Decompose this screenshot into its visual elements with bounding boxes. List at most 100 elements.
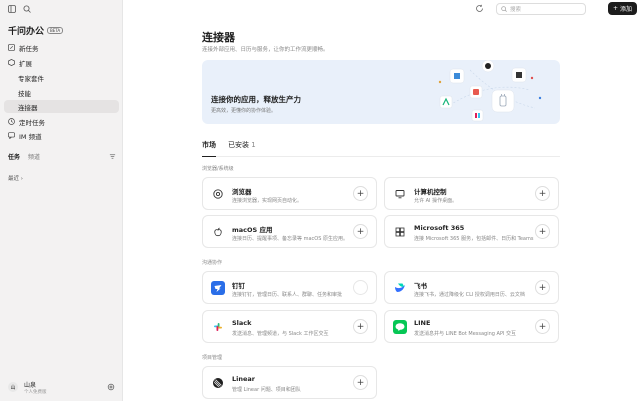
connector-description: 连接浏览器，实现网页自动化。: [232, 198, 303, 204]
user-profile[interactable]: 山 山泉 个人免费版: [0, 373, 123, 401]
sidebar-item-scheduled-tasks[interactable]: 定时任务: [4, 115, 119, 128]
connector-card[interactable]: 浏览器 连接浏览器，实现网页自动化。 +: [202, 177, 377, 210]
add-connector-button[interactable]: +: [535, 280, 550, 295]
gear-icon[interactable]: [107, 383, 115, 391]
sidebar-item-im-channel[interactable]: IM 频道: [4, 129, 119, 142]
add-connector-button[interactable]: +: [535, 186, 550, 201]
connector-description: 连接飞书，通过降级化 CLI 授权调用日历、云文档: [414, 292, 525, 298]
page-subtitle: 连接外部应用、日历与服务，让你的工作流更顺畅。: [202, 47, 329, 53]
chrome-icon: [211, 187, 225, 201]
connector-card[interactable]: 飞书 连接飞书，通过降级化 CLI 授权调用日历、云文档 +: [384, 271, 559, 304]
add-connector-button[interactable]: +: [353, 375, 368, 390]
user-plan: 个人免费版: [24, 389, 47, 395]
recent-label: 最近: [8, 176, 20, 182]
app-brand: 千问办公 BETA: [8, 24, 64, 37]
add-connector-button[interactable]: +: [353, 319, 368, 334]
search-icon: [501, 6, 507, 12]
connector-description: 连接钉钉，管理日历、联系人、群聊、任务和审批: [232, 292, 343, 298]
linear-icon: [211, 376, 225, 390]
add-button-label: 添加: [620, 6, 633, 13]
line-icon: [393, 320, 407, 334]
connector-card[interactable]: Microsoft 365 连接 Microsoft 365 服务，包括邮件、日…: [384, 215, 559, 248]
connector-description: 允许 AI 操作桌面。: [414, 198, 458, 204]
sidebar-item-label: 专家套件: [18, 74, 44, 83]
clock-icon: [8, 118, 15, 125]
top-bar: 搜索 + 添加: [123, 0, 640, 18]
connect-banner: 连接你的应用，释放生产力 更高效，更懂你的协作体验。: [202, 60, 560, 124]
sidebar-item-skills[interactable]: 技能: [4, 86, 119, 99]
add-connector-button[interactable]: +: [353, 186, 368, 201]
banner-subtitle: 更高效，更懂你的协作体验。: [211, 108, 277, 114]
tab-market[interactable]: 市场: [202, 140, 216, 157]
connector-card[interactable]: macOS 应用 连接日历、提醒事项、备忘录等 macOS 原生应用。 +: [202, 215, 377, 248]
connector-title: 钉钉: [232, 282, 245, 290]
connector-card[interactable]: Linear 管理 Linear 问题、项目和团队 +: [202, 366, 377, 399]
sidebar-item-label: 扩展: [19, 59, 32, 68]
sidebar-item-label: 技能: [18, 89, 31, 98]
connector-title: macOS 应用: [232, 226, 273, 234]
connector-card[interactable]: 钉钉 连接钉钉，管理日历、联系人、群聊、任务和审批: [202, 271, 377, 304]
sidebar-item-label: IM 频道: [19, 132, 42, 141]
user-info: 山泉 个人免费版: [24, 380, 47, 395]
add-button[interactable]: + 添加: [608, 2, 637, 15]
chevron-right-icon: ›: [20, 176, 23, 182]
sidebar-item-extensions[interactable]: 扩展: [4, 56, 119, 69]
banner-illustration: [438, 60, 542, 122]
refresh-icon[interactable]: [475, 4, 484, 13]
apple-icon: [211, 225, 225, 239]
cube-icon: [8, 59, 15, 66]
sidebar-toolbar: [0, 0, 122, 18]
connector-title: 计算机控制: [414, 188, 447, 196]
sidebar: 千问办公 BETA 新任务 扩展 专家套件 技能 连接器 定时任务 IM 频道 …: [0, 0, 123, 401]
connector-description: 管理 Linear 问题、项目和团队: [232, 387, 301, 393]
monitor-icon: [393, 187, 407, 201]
section-title: 沟通协作: [202, 260, 223, 266]
market-tabs: 市场 已安装 1: [202, 140, 560, 157]
connector-card[interactable]: Slack 发送消息、管理频道，与 Slack 工作区交互 +: [202, 310, 377, 343]
connector-description: 连接 Microsoft 365 服务，包括邮件、日历和 Teams: [414, 236, 534, 242]
sidebar-item-label: 定时任务: [19, 118, 45, 127]
tab-label: 市场: [202, 141, 216, 149]
app-name: 千问办公: [8, 27, 45, 37]
search-icon[interactable]: [23, 5, 31, 13]
connector-title: LINE: [414, 319, 431, 327]
recent-group[interactable]: 最近 ›: [8, 174, 23, 182]
section-title: 浏览器/系统级: [202, 166, 234, 172]
dingtalk-icon: [211, 281, 225, 295]
edit-icon: [8, 44, 15, 51]
sidebar-toggle-icon[interactable]: [8, 5, 16, 13]
filter-icon[interactable]: [109, 153, 116, 160]
add-connector-button[interactable]: +: [535, 224, 550, 239]
sidebar-item-new-task[interactable]: 新任务: [4, 41, 119, 54]
add-connector-button[interactable]: +: [535, 319, 550, 334]
feishu-icon: [393, 281, 407, 295]
sidebar-tabs: 任务 频道: [8, 152, 116, 161]
search-input[interactable]: 搜索: [496, 3, 586, 15]
tab-channels[interactable]: 频道: [28, 152, 40, 161]
tab-installed[interactable]: 已安装 1: [228, 140, 256, 157]
connector-card[interactable]: 计算机控制 允许 AI 操作桌面。 +: [384, 177, 559, 210]
section-title: 项目管理: [202, 355, 223, 361]
sidebar-item-expert-suite[interactable]: 专家套件: [4, 71, 119, 84]
slack-icon: [211, 320, 225, 334]
page-title: 连接器: [202, 31, 235, 44]
installed-count: 1: [251, 141, 256, 149]
connector-title: Linear: [232, 375, 255, 383]
beta-badge: BETA: [47, 27, 64, 34]
banner-title: 连接你的应用，释放生产力: [211, 95, 301, 104]
sidebar-item-label: 新任务: [19, 44, 39, 53]
connector-card[interactable]: LINE 发送消息并与 LINE Bot Messaging API 交互 +: [384, 310, 559, 343]
connector-title: 飞书: [414, 282, 427, 290]
user-name: 山泉: [24, 381, 37, 389]
connector-title: Microsoft 365: [414, 224, 465, 232]
add-connector-button[interactable]: +: [353, 224, 368, 239]
sidebar-item-label: 连接器: [18, 103, 38, 112]
connector-title: 浏览器: [232, 188, 252, 196]
connector-description: 发送消息、管理频道，与 Slack 工作区交互: [232, 331, 329, 337]
chat-icon: [8, 132, 15, 139]
sidebar-item-connectors[interactable]: 连接器: [4, 100, 119, 113]
connector-title: Slack: [232, 319, 252, 327]
tab-tasks[interactable]: 任务: [8, 152, 20, 161]
loading-indicator: [353, 280, 368, 295]
connector-description: 连接日历、提醒事项、备忘录等 macOS 原生应用。: [232, 236, 348, 242]
